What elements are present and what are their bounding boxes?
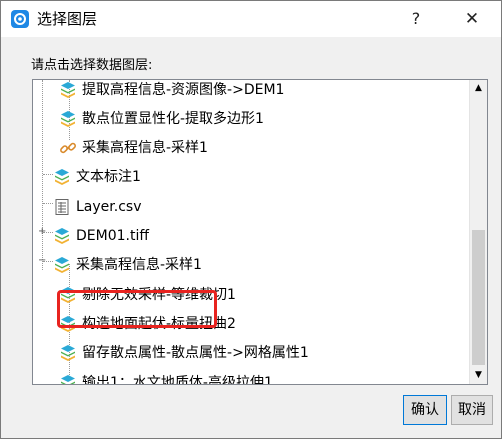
layer-tree[interactable]: + − 提取高程信息-资源图像->DEM1 散点位置显性化-提取多边形1 采集高程信… — [32, 79, 488, 385]
app-logo-icon — [11, 10, 29, 28]
scroll-down-icon[interactable]: ▼ — [470, 367, 487, 384]
layer-stack-icon — [61, 110, 75, 127]
scrollbar-thumb[interactable] — [472, 230, 485, 365]
tree-node[interactable]: Layer.csv — [53, 192, 141, 221]
layer-stack-icon — [55, 169, 69, 186]
tree-connector — [42, 80, 43, 270]
tree-node-label: 散点位置显性化-提取多边形1 — [82, 110, 264, 127]
layer-stack-icon — [61, 345, 75, 362]
expand-icon[interactable]: + — [38, 227, 46, 237]
collapse-icon[interactable]: − — [38, 256, 46, 266]
tree-node-label: 提取高程信息-资源图像->DEM1 — [82, 81, 285, 98]
tree-node[interactable]: 输出1：水文地质体-高级拉伸1 — [59, 368, 273, 385]
layer-stack-icon — [55, 228, 69, 244]
cancel-button[interactable]: 取消 — [451, 395, 493, 425]
tree-node-label: 留存散点属性-散点属性->网格属性1 — [82, 345, 309, 362]
layer-stack-icon — [55, 257, 69, 274]
tree-node-label: 采集高程信息-采样1 — [76, 257, 202, 274]
close-button[interactable]: ✕ — [457, 7, 487, 31]
dialog-title: 选择图层 — [37, 10, 98, 28]
highlight-annotation — [57, 290, 217, 328]
help-button[interactable]: ? — [401, 7, 431, 31]
layer-stack-icon — [61, 81, 75, 98]
select-layer-prompt: 请点击选择数据图层: — [31, 58, 153, 73]
tree-connector — [43, 203, 53, 204]
tree-node-label: 采集高程信息-采样1 — [82, 140, 208, 157]
layer-tree-viewport: + − 提取高程信息-资源图像->DEM1 散点位置显性化-提取多边形1 采集高程信… — [33, 80, 469, 384]
select-layer-dialog: 选择图层 ? ✕ 请点击选择数据图层: + − 提取高程信息-资源图像->DEM… — [0, 0, 502, 439]
confirm-button[interactable]: 确认 — [403, 395, 447, 425]
tree-node-label: 文本标注1 — [76, 169, 141, 186]
tree-node[interactable]: 文本标注1 — [53, 163, 141, 192]
tree-node[interactable]: DEM01.tiff — [53, 222, 149, 251]
tree-node-label: 输出1：水文地质体-高级拉伸1 — [82, 374, 273, 385]
vertical-scrollbar[interactable]: ▲ ▼ — [469, 80, 487, 384]
scroll-up-icon[interactable]: ▲ — [470, 80, 487, 97]
tree-node[interactable]: 采集高程信息-采样1 — [59, 134, 208, 163]
table-icon — [55, 198, 69, 215]
title-bar: 选择图层 ? ✕ — [1, 1, 501, 37]
tree-node[interactable]: 提取高程信息-资源图像->DEM1 — [59, 80, 285, 104]
tree-node[interactable]: 散点位置显性化-提取多边形1 — [59, 104, 264, 133]
layer-stack-icon — [61, 374, 75, 384]
link-icon — [60, 142, 76, 154]
tree-node-label: Layer.csv — [76, 198, 142, 215]
tree-node[interactable]: 采集高程信息-采样1 — [53, 251, 202, 280]
tree-node[interactable]: 留存散点属性-散点属性->网格属性1 — [59, 339, 309, 368]
tree-node-label: DEM01.tiff — [76, 228, 149, 244]
tree-connector — [43, 174, 53, 175]
